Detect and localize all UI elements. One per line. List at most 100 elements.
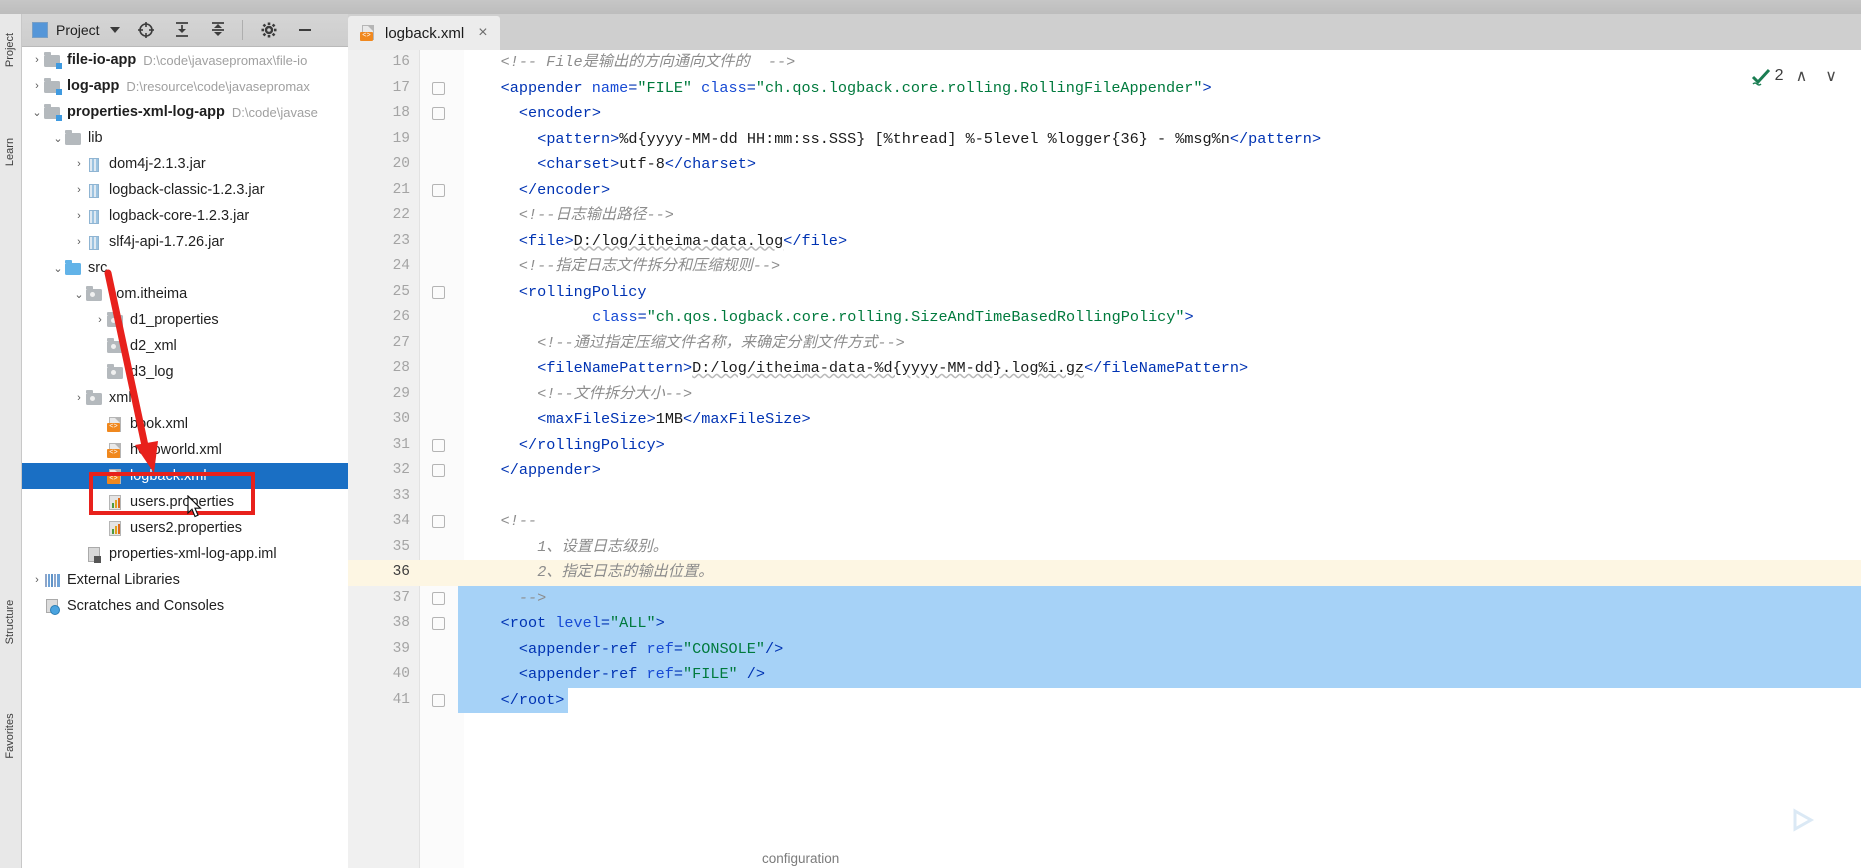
fold-open-icon[interactable] <box>432 617 445 630</box>
breadcrumb[interactable]: configuration <box>762 851 839 866</box>
code-line[interactable]: 19 <pattern>%d{yyyy-MM-dd HH:mm:ss.SSS} [… <box>348 127 1861 153</box>
code-line[interactable]: 37 --> <box>348 586 1861 612</box>
code-text: <!--通过指定压缩文件名称，来确定分割文件方式--> <box>537 333 905 352</box>
tree-item-logback-classic[interactable]: › logback-classic-1.2.3.jar <box>22 177 348 203</box>
code-line[interactable]: 22 <!--日志输出路径--> <box>348 203 1861 229</box>
collapse-all-icon[interactable] <box>208 20 228 40</box>
tree-item-file-io-app[interactable]: › file-io-app D:\code\javasepromax\file-io <box>22 47 348 73</box>
tree-item-book-xml[interactable]: <> book.xml <box>22 411 348 437</box>
code-line[interactable]: 21 </encoder> <box>348 178 1861 204</box>
tree-item-dom4j[interactable]: › dom4j-2.1.3.jar <box>22 151 348 177</box>
project-tree[interactable]: › file-io-app D:\code\javasepromax\file-io… <box>22 47 348 868</box>
code-line[interactable]: 18 <encoder> <box>348 101 1861 127</box>
code-line[interactable]: 23 <file>D:/log/itheima-data.log</file> <box>348 229 1861 255</box>
tree-expander-icon[interactable]: ⌄ <box>51 132 65 145</box>
tree-expander-icon[interactable]: › <box>72 392 86 404</box>
project-panel-title: Project <box>56 22 100 38</box>
tree-item-logback-core[interactable]: › logback-core-1.2.3.jar <box>22 203 348 229</box>
code-line[interactable]: 25 <rollingPolicy <box>348 280 1861 306</box>
fold-open-icon[interactable] <box>432 285 445 299</box>
chevron-down-icon[interactable] <box>109 27 120 33</box>
tree-expander-icon[interactable]: › <box>30 54 44 66</box>
code-line[interactable]: 33 <box>348 484 1861 510</box>
tree-expander-icon[interactable]: › <box>72 158 86 170</box>
tool-tab-learn[interactable]: Learn <box>0 122 20 182</box>
code-line[interactable]: 40 <appender-ref ref="FILE" /> <box>348 662 1861 688</box>
target-icon[interactable] <box>136 20 156 40</box>
code-line[interactable]: 41 </root> <box>348 688 1861 714</box>
editor-tab-logback-xml[interactable]: <> logback.xml × <box>348 16 500 50</box>
code-line[interactable]: 35 1、设置日志级别。 <box>348 535 1861 561</box>
tree-item-com-itheima[interactable]: ⌄ com.itheima <box>22 281 348 307</box>
tree-item-properties-xml-log-app[interactable]: ⌄ properties-xml-log-app D:\code\javase <box>22 99 348 125</box>
code-line[interactable]: 39 <appender-ref ref="CONSOLE"/> <box>348 637 1861 663</box>
minimize-icon[interactable] <box>295 20 315 40</box>
line-number: 31 <box>392 436 410 453</box>
tree-item-properties-xml-log-app-iml[interactable]: properties-xml-log-app.iml <box>22 541 348 567</box>
tree-item-path: D:\code\javasepromax\file-io <box>143 52 308 68</box>
tree-item-slf4j-api[interactable]: › slf4j-api-1.7.26.jar <box>22 229 348 255</box>
next-problem-icon[interactable]: ∨ <box>1819 66 1843 86</box>
code-line[interactable]: 20 <charset>utf-8</charset> <box>348 152 1861 178</box>
fold-close-icon[interactable] <box>432 464 445 477</box>
inspection-widget[interactable]: 2 ∧ ∨ <box>1751 66 1843 86</box>
iml-file-icon <box>86 546 103 563</box>
tree-expander-icon[interactable]: › <box>30 574 44 586</box>
tree-item-log-app[interactable]: › log-app D:\resource\code\javasepromax <box>22 73 348 99</box>
tree-item-xml[interactable]: › xml <box>22 385 348 411</box>
module-folder-icon <box>44 77 62 95</box>
tree-item-external-libraries[interactable]: › External Libraries <box>22 567 348 593</box>
code-line[interactable]: 34 <!-- <box>348 509 1861 535</box>
tool-tab-favorites[interactable]: Favorites <box>0 706 20 766</box>
fold-open-icon[interactable] <box>432 81 445 95</box>
line-number: 17 <box>392 79 410 96</box>
source-folder-icon <box>65 259 82 276</box>
tool-tab-project[interactable]: Project <box>0 20 20 80</box>
code-line[interactable]: 32 </appender> <box>348 458 1861 484</box>
line-number: 16 <box>392 54 410 70</box>
fold-open-icon[interactable] <box>432 107 445 120</box>
tree-expander-icon[interactable]: ⌄ <box>51 262 65 275</box>
fold-close-icon[interactable] <box>432 438 445 452</box>
code-line[interactable]: 38 <root level="ALL"> <box>348 611 1861 637</box>
fold-close-icon[interactable] <box>432 693 445 707</box>
code-line[interactable]: 28 <fileNamePattern>D:/log/itheima-data-%… <box>348 356 1861 382</box>
code-line[interactable]: 24 <!--指定日志文件拆分和压缩规则--> <box>348 254 1861 280</box>
tool-tab-structure[interactable]: Structure <box>0 592 20 652</box>
tree-expander-icon[interactable]: › <box>72 210 86 222</box>
tree-item-d1-properties[interactable]: › d1_properties <box>22 307 348 333</box>
annotation-arrow <box>104 269 158 473</box>
code-content[interactable]: 16 <!-- File是输出的方向通向文件的 --> 17 <appender na… <box>348 50 1861 868</box>
code-text: <!--指定日志文件拆分和压缩规则--> <box>518 257 781 275</box>
code-line[interactable]: 27 <!--通过指定压缩文件名称，来确定分割文件方式--> <box>348 331 1861 357</box>
tree-expander-icon[interactable]: › <box>30 80 44 92</box>
fold-close-icon[interactable] <box>432 183 445 197</box>
tree-expander-icon[interactable]: › <box>72 184 86 196</box>
gear-icon[interactable] <box>259 20 279 40</box>
fold-open-icon[interactable] <box>432 515 445 528</box>
previous-problem-icon[interactable]: ∧ <box>1790 66 1814 86</box>
expand-all-icon[interactable] <box>172 20 192 40</box>
tree-item-label: users2.properties <box>130 520 243 536</box>
code-line[interactable]: 36 2、指定日志的输出位置。 <box>348 560 1861 586</box>
tree-item-d3-log[interactable]: d3_log <box>22 359 348 385</box>
project-panel-header: Project <box>22 14 348 47</box>
tree-expander-icon[interactable]: ⌄ <box>72 288 86 301</box>
code-line[interactable]: 29 <!--文件拆分大小--> <box>348 382 1861 408</box>
fold-close-icon[interactable] <box>432 591 445 605</box>
code-line[interactable]: 31 </rollingPolicy> <box>348 433 1861 459</box>
tree-item-src[interactable]: ⌄ src <box>22 255 348 281</box>
line-number: 29 <box>392 385 410 402</box>
tree-item-helloworld-xml[interactable]: <> helloworld.xml <box>22 437 348 463</box>
code-line[interactable]: 16 <!-- File是输出的方向通向文件的 --> <box>348 50 1861 76</box>
tree-item-d2-xml[interactable]: d2_xml <box>22 333 348 359</box>
tree-item-users2-properties[interactable]: users2.properties <box>22 515 348 541</box>
tree-expander-icon[interactable]: › <box>72 236 86 248</box>
code-line[interactable]: 30 <maxFileSize>1MB</maxFileSize> <box>348 407 1861 433</box>
tree-item-scratches-and-consoles[interactable]: Scratches and Consoles <box>22 593 348 619</box>
tree-expander-icon[interactable]: ⌄ <box>30 106 44 119</box>
tree-item-lib[interactable]: ⌄ lib <box>22 125 348 151</box>
code-line[interactable]: 26 class="ch.qos.logback.core.rolling.Siz… <box>348 305 1861 331</box>
code-line[interactable]: 17 <appender name="FILE" class="ch.qos.lo… <box>348 76 1861 102</box>
close-icon[interactable]: × <box>478 25 487 41</box>
